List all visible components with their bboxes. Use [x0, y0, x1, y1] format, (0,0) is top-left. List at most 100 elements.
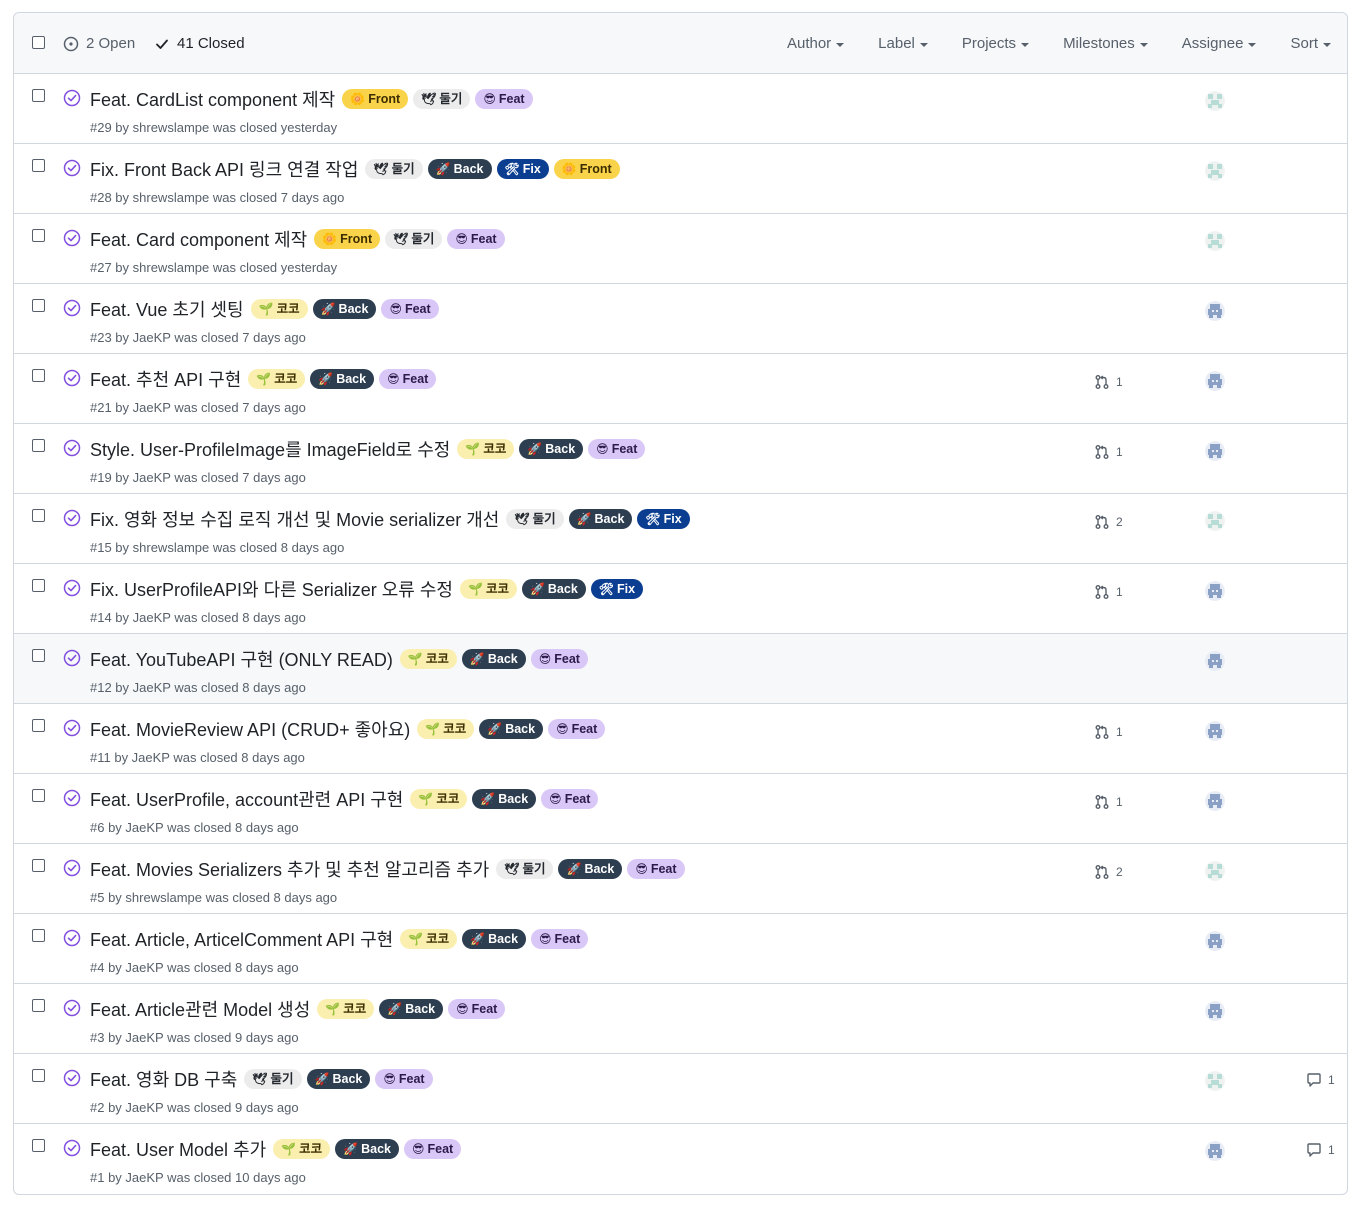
assignee-avatar[interactable]: [1205, 1141, 1225, 1161]
label-badge[interactable]: 🕊 둘기: [506, 509, 564, 529]
linked-pr[interactable]: 2: [1094, 864, 1123, 880]
label-badge[interactable]: 🌱 코코: [459, 579, 517, 599]
issue-row[interactable]: Feat. Article, ArticelComment API 구현 🌱 코코 🚀…: [14, 914, 1347, 984]
issue-row[interactable]: Feat. Article관련 Model 생성 🌱 코코 🚀 Back 😎 Feat #3 …: [14, 984, 1347, 1054]
milestones-filter[interactable]: Milestones: [1063, 35, 1148, 52]
issue-checkbox[interactable]: [32, 789, 45, 802]
label-badge[interactable]: 🚀 Back: [479, 719, 544, 739]
issue-row[interactable]: Feat. User Model 추가 🌱 코코 🚀 Back 😎 Feat #1 by Ja…: [14, 1124, 1347, 1194]
label-badge[interactable]: 🌱 코코: [248, 369, 306, 389]
label-badge[interactable]: 🌱 코코: [417, 719, 475, 739]
linked-pr[interactable]: 2: [1094, 514, 1123, 530]
issue-title-link[interactable]: Feat. 추천 API 구현: [90, 366, 241, 392]
label-badge[interactable]: 🚀 Back: [312, 299, 377, 319]
label-badge[interactable]: 🕊 둘기: [496, 859, 554, 879]
issue-checkbox[interactable]: [32, 159, 45, 172]
issue-title-link[interactable]: Feat. 영화 DB 구축: [90, 1066, 237, 1092]
label-badge[interactable]: 🌱 코코: [273, 1139, 331, 1159]
closed-issues-filter[interactable]: 41 Closed: [154, 35, 245, 52]
linked-pr[interactable]: 1: [1094, 584, 1123, 600]
issue-title-link[interactable]: Feat. User Model 추가: [90, 1136, 266, 1162]
label-badge[interactable]: 🌱 코코: [399, 649, 457, 669]
label-badge[interactable]: 😎 Feat: [541, 789, 599, 809]
label-badge[interactable]: 🚀 Back: [472, 789, 537, 809]
issue-row[interactable]: Feat. Vue 초기 셋팅 🌱 코코 🚀 Back 😎 Feat #23 by JaeKP…: [14, 284, 1347, 354]
issue-title-link[interactable]: Fix. UserProfileAPI와 다른 Serializer 오류 수정: [90, 576, 453, 602]
assignee-avatar[interactable]: [1205, 1001, 1225, 1021]
label-badge[interactable]: 🚀 Back: [558, 859, 623, 879]
issue-checkbox[interactable]: [32, 1069, 45, 1082]
label-badge[interactable]: 😎 Feat: [375, 1069, 433, 1089]
label-badge[interactable]: 😎 Feat: [531, 929, 589, 949]
assignee-avatar[interactable]: [1205, 861, 1225, 881]
label-badge[interactable]: 🚀 Back: [306, 1069, 371, 1089]
assignee-avatar[interactable]: [1205, 371, 1225, 391]
label-badge[interactable]: 😎 Feat: [448, 999, 506, 1019]
label-badge[interactable]: 🌱 코코: [457, 439, 515, 459]
sort-filter[interactable]: Sort: [1290, 35, 1331, 52]
issue-checkbox[interactable]: [32, 649, 45, 662]
linked-pr[interactable]: 1: [1094, 444, 1123, 460]
issue-row[interactable]: Fix. 영화 정보 수집 로직 개선 및 Movie serializer 개…: [14, 494, 1347, 564]
label-badge[interactable]: 😎 Feat: [403, 1139, 462, 1159]
label-badge[interactable]: 😎 Feat: [379, 369, 437, 389]
label-badge[interactable]: 🌱 코코: [400, 929, 458, 949]
issue-checkbox[interactable]: [32, 999, 45, 1012]
issue-row[interactable]: Feat. MovieReview API (CRUD+ 좋아요) 🌱 코코 🚀 Bac…: [14, 704, 1347, 774]
issue-row[interactable]: Feat. UserProfile, account관련 API 구현 🌱 코코 🚀 B…: [14, 774, 1347, 844]
issue-title-link[interactable]: Feat. MovieReview API (CRUD+ 좋아요): [90, 716, 410, 742]
assignee-avatar[interactable]: [1205, 1071, 1225, 1091]
projects-filter[interactable]: Projects: [962, 35, 1030, 52]
assignee-avatar[interactable]: [1205, 791, 1225, 811]
issue-title-link[interactable]: Feat. YouTubeAPI 구현 (ONLY READ): [90, 646, 393, 672]
label-badge[interactable]: 🚀 Back: [519, 439, 584, 459]
issue-row[interactable]: Fix. UserProfileAPI와 다른 Serializer 오류 수정…: [14, 564, 1347, 634]
label-filter[interactable]: Label: [878, 35, 928, 52]
label-badge[interactable]: 🚀 Back: [461, 649, 526, 669]
label-badge[interactable]: 😎 Feat: [627, 859, 685, 879]
label-badge[interactable]: 🕊 둘기: [244, 1069, 302, 1089]
label-badge[interactable]: 😎 Feat: [588, 439, 646, 459]
issue-title-link[interactable]: Feat. Article, ArticelComment API 구현: [90, 926, 393, 952]
author-filter[interactable]: Author: [787, 35, 845, 52]
issue-title-link[interactable]: Feat. Card component 제작: [90, 226, 307, 252]
comments-link[interactable]: 1: [1306, 1072, 1335, 1088]
linked-pr[interactable]: 1: [1094, 374, 1123, 390]
issue-title-link[interactable]: Feat. UserProfile, account관련 API 구현: [90, 786, 403, 812]
issue-title-link[interactable]: Feat. Article관련 Model 생성: [90, 996, 310, 1022]
label-badge[interactable]: 🕊 둘기: [365, 159, 423, 179]
issue-row[interactable]: Feat. CardList component 제작 🌼 Front 🕊 둘기 😎 Fea…: [14, 74, 1347, 144]
label-badge[interactable]: 😎 Feat: [530, 649, 588, 669]
issue-checkbox[interactable]: [32, 439, 45, 452]
issue-title-link[interactable]: Feat. Movies Serializers 추가 및 추천 알고리즘 추가: [90, 856, 489, 882]
label-badge[interactable]: 🌼 Front: [553, 159, 620, 179]
issue-title-link[interactable]: Feat. Vue 초기 셋팅: [90, 296, 244, 322]
label-badge[interactable]: 🕊 둘기: [385, 229, 443, 249]
select-all-checkbox[interactable]: [32, 36, 45, 49]
assignee-avatar[interactable]: [1205, 441, 1225, 461]
label-badge[interactable]: 😎 Feat: [381, 299, 439, 319]
label-badge[interactable]: 🌱 코코: [250, 299, 308, 319]
label-badge[interactable]: 🛠 Fix: [496, 159, 549, 179]
assignee-avatar[interactable]: [1205, 721, 1225, 741]
assignee-avatar[interactable]: [1205, 91, 1225, 111]
label-badge[interactable]: 🚀 Back: [427, 159, 492, 179]
label-badge[interactable]: 😎 Feat: [548, 719, 606, 739]
issue-checkbox[interactable]: [32, 859, 45, 872]
assignee-filter[interactable]: Assignee: [1182, 35, 1257, 52]
issue-checkbox[interactable]: [32, 369, 45, 382]
issue-row[interactable]: Style. User-ProfileImage를 ImageField로 수정…: [14, 424, 1347, 494]
issue-title-link[interactable]: Feat. CardList component 제작: [90, 86, 335, 112]
label-badge[interactable]: 🌱 코코: [317, 999, 375, 1019]
assignee-avatar[interactable]: [1205, 161, 1225, 181]
issue-checkbox[interactable]: [32, 929, 45, 942]
issue-row[interactable]: Feat. Movies Serializers 추가 및 추천 알고리즘 추가…: [14, 844, 1347, 914]
label-badge[interactable]: 😎 Feat: [475, 89, 533, 109]
issue-row[interactable]: Feat. YouTubeAPI 구현 (ONLY READ) 🌱 코코 🚀 Back 😎…: [14, 634, 1347, 704]
issue-checkbox[interactable]: [32, 229, 45, 242]
label-badge[interactable]: 🚀 Back: [521, 579, 586, 599]
label-badge[interactable]: 🚀 Back: [335, 1139, 399, 1159]
comments-link[interactable]: 1: [1306, 1142, 1335, 1158]
linked-pr[interactable]: 1: [1094, 794, 1123, 810]
open-issues-filter[interactable]: 2 Open: [63, 35, 135, 52]
